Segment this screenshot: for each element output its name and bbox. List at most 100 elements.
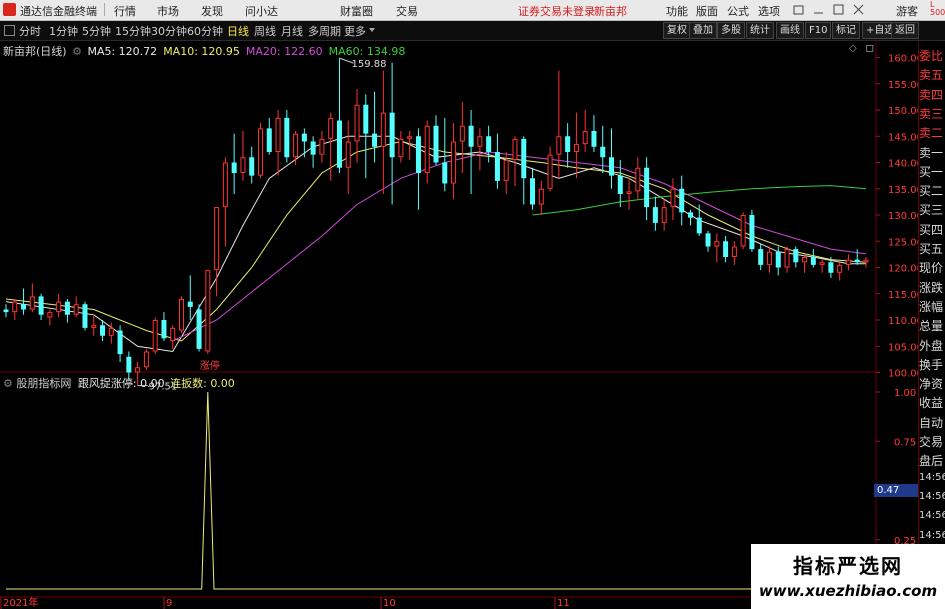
candle-body [143, 351, 149, 368]
candle [863, 257, 869, 268]
candle [784, 246, 790, 273]
candle [179, 296, 185, 334]
candle-body [565, 136, 571, 152]
quote-panel-label: 14:56 [919, 510, 945, 522]
candle-body [644, 167, 650, 208]
candle-body [301, 133, 307, 142]
candle-body [731, 246, 737, 257]
candle [731, 241, 737, 265]
ma-line-ma5 [5, 135, 866, 353]
quote-panel-label: 卖三 [919, 106, 944, 121]
candle [810, 249, 816, 268]
quote-panel-label: 买二 [919, 184, 944, 199]
candle-body [503, 159, 509, 181]
limit-up-label: 涨停 [200, 359, 220, 372]
quote-panel-label: 14:56 [919, 490, 945, 502]
candle-body [468, 125, 474, 147]
candle-body [749, 215, 755, 250]
candle [740, 212, 746, 250]
candle-body [3, 309, 9, 313]
candle [240, 131, 246, 181]
kline-chart[interactable]: 159.8897.51涨停 100.00105.00110.00115.0012… [0, 0, 945, 609]
candle [336, 58, 342, 173]
candle [837, 262, 843, 281]
candle [143, 348, 149, 370]
candle [758, 243, 764, 271]
ma-line-ma20 [172, 151, 867, 342]
indicator-name[interactable]: 股朋指标网 [16, 377, 71, 390]
candle [345, 120, 351, 194]
indicator-line-name: 跟风捉涨停 [77, 377, 133, 390]
candle-body [459, 125, 465, 142]
candle [521, 136, 527, 205]
candle-body [415, 136, 421, 173]
candle-body [810, 257, 816, 265]
candle-body [494, 152, 500, 181]
candle [284, 110, 290, 163]
candle-body [135, 367, 141, 373]
candle-body [424, 125, 430, 173]
candle-body [661, 207, 667, 223]
candle [310, 136, 316, 168]
quote-panel-label: 自动 [919, 415, 944, 430]
candle-body [240, 157, 246, 173]
candle [705, 230, 711, 252]
candle-body [486, 136, 492, 152]
candle-body [117, 330, 123, 355]
quote-panel-label: 卖二 [919, 126, 944, 141]
candle [380, 70, 386, 194]
candle-body [29, 296, 35, 310]
sub-y-tick-label: 0.75 [894, 437, 916, 448]
candle [451, 123, 457, 200]
candle-body [372, 133, 378, 147]
candle-body [222, 162, 228, 208]
candle [222, 157, 228, 247]
candle-body [328, 117, 334, 139]
candle [3, 304, 9, 318]
candle [389, 62, 395, 205]
candle-body [512, 138, 518, 160]
candle [530, 167, 536, 210]
candle [205, 270, 211, 355]
quote-panel-label: 买五 [919, 242, 944, 256]
ma-line-ma10 [5, 140, 867, 342]
candle [73, 296, 79, 318]
candle [714, 233, 720, 263]
candle [91, 314, 97, 336]
candle-body [652, 207, 658, 223]
candle-body [293, 133, 299, 158]
quote-panel-label: 卖四 [919, 87, 944, 102]
candle [249, 146, 255, 184]
candle-body [784, 249, 790, 268]
candle [468, 110, 474, 194]
candle [582, 110, 588, 152]
indicator-second-name: 连扳数 [170, 377, 204, 390]
candle [424, 120, 430, 184]
candle [398, 131, 404, 163]
quote-panel: 委比 卖五 卖四 卖三 卖二 卖一 买一 买二 买三 买四 买五 现价 涨跌 涨幅 总量 外盘 换手 净资 收益 自动… [918, 42, 945, 609]
indicator-settings-icon[interactable]: ⚙ [3, 377, 13, 390]
candle-body [126, 356, 132, 373]
candle [679, 175, 685, 226]
candle-body [275, 117, 281, 152]
watermark: 指标严选网 www.xuezhibiao.com [751, 544, 945, 609]
candle-body [547, 154, 553, 189]
candle [670, 178, 676, 221]
quote-panel-label: 交易 [919, 435, 944, 449]
candle [819, 259, 825, 273]
candle [214, 207, 220, 297]
candle [433, 115, 439, 166]
quote-panel-label: 买四 [919, 222, 944, 237]
candle-body [538, 188, 544, 205]
candle-body [161, 320, 167, 339]
x-tick-label: 9 [166, 598, 172, 609]
candle [845, 254, 851, 271]
candle-body [793, 249, 799, 263]
indicator-second-value: 0.00 [210, 377, 235, 390]
quote-panel-label: 外盘 [919, 338, 944, 353]
candle [56, 293, 62, 318]
quote-panel-label: 盘后 [919, 454, 944, 469]
candle [793, 246, 799, 268]
candle-body [609, 157, 615, 176]
cursor-value-tag: 0.47 [874, 484, 919, 497]
